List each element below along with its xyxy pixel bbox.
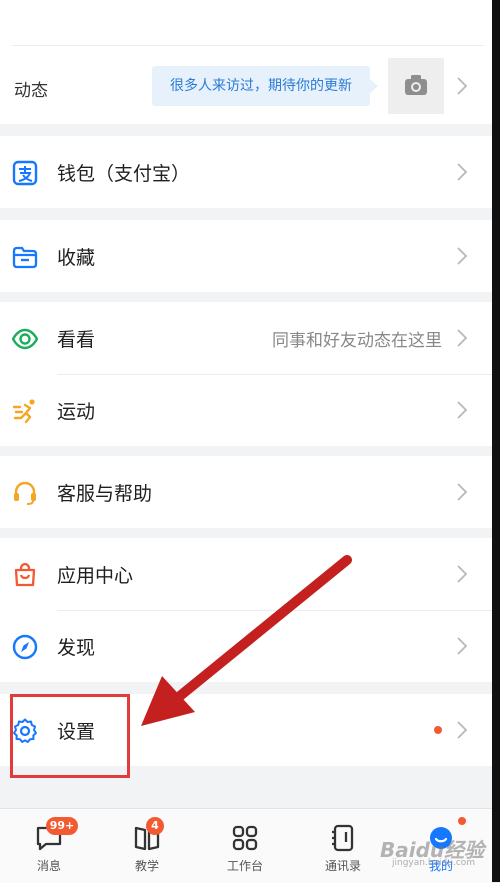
teaching-badge: 4 (146, 817, 164, 835)
screen-edge (492, 0, 500, 882)
tab-contacts[interactable]: 通讯录 (294, 809, 392, 883)
tab-teaching[interactable]: 4 教学 (98, 809, 196, 883)
tab-workbench-label: 工作台 (226, 859, 263, 873)
me-update-dot (458, 817, 466, 825)
tab-contacts-label: 通讯录 (324, 859, 361, 873)
tab-workbench[interactable]: 工作台 (196, 809, 294, 883)
tab-messages[interactable]: 99+ 消息 (0, 809, 98, 883)
watermark-sub: jingyan.baidu.com (392, 858, 476, 868)
annotation-arrow (141, 555, 352, 726)
tab-messages-label: 消息 (36, 859, 61, 873)
tab-teaching-label: 教学 (134, 859, 159, 873)
messages-badge: 99+ (46, 817, 78, 835)
grid-icon (232, 825, 258, 851)
address-book-icon (332, 824, 354, 852)
